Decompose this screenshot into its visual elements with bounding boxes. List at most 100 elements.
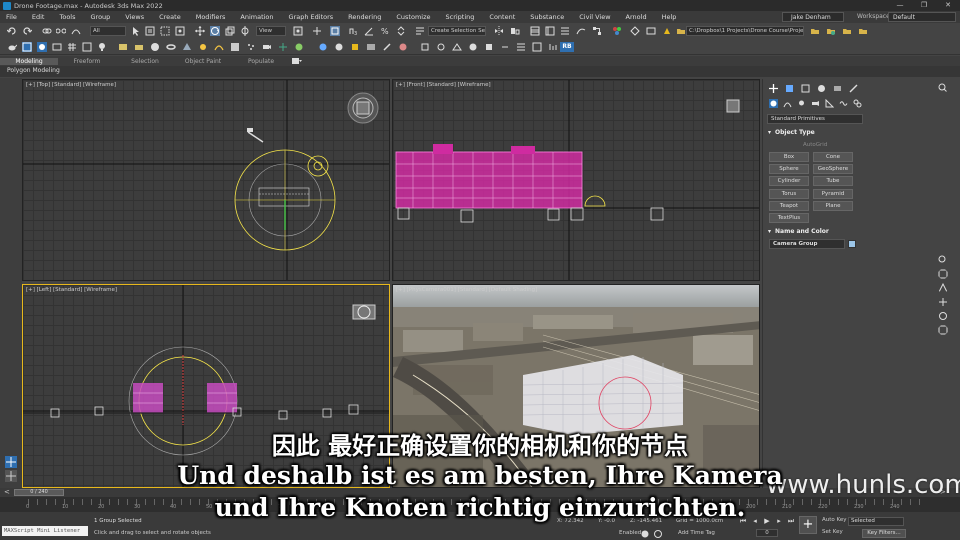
arnold-icon[interactable] <box>468 42 478 52</box>
plane-button[interactable]: Plane <box>813 201 853 211</box>
viewport-top-label[interactable]: [+] [Top] [Standard] [Wireframe] <box>26 82 116 88</box>
pivot-center-icon[interactable] <box>293 26 303 36</box>
angle-snap-icon[interactable] <box>364 26 374 36</box>
primitive-category-dropdown[interactable]: Standard Primitives <box>767 114 863 124</box>
reference-coordinate-dropdown[interactable]: View <box>256 26 286 36</box>
adaptive-degradation-icon[interactable] <box>641 530 649 538</box>
script-icon[interactable] <box>420 42 430 52</box>
menu-rendering[interactable]: Rendering <box>348 13 381 21</box>
curve-editor-icon[interactable] <box>576 26 586 36</box>
patch-icon[interactable] <box>230 42 240 52</box>
menu-substance[interactable]: Substance <box>530 13 564 21</box>
safe-frame-icon[interactable] <box>52 42 62 52</box>
snap-grid-icon[interactable] <box>82 42 92 52</box>
cylinder-button[interactable]: Cylinder <box>769 176 809 186</box>
menu-arnold[interactable]: Arnold <box>626 13 647 21</box>
utilities-icon[interactable] <box>382 42 392 52</box>
tab-freeform[interactable]: Freeform <box>58 58 116 65</box>
menu-tools[interactable]: Tools <box>59 13 75 21</box>
shapes-icon[interactable] <box>783 99 792 108</box>
menu-create[interactable]: Create <box>159 13 181 21</box>
box-primitive-icon[interactable] <box>118 42 128 52</box>
link-icon[interactable] <box>42 26 52 36</box>
toggle-ribbon-icon[interactable] <box>560 26 570 36</box>
track-view-icon[interactable] <box>516 42 526 52</box>
menu-views[interactable]: Views <box>125 13 144 21</box>
snaps-toggle-icon[interactable]: 3 <box>348 26 358 36</box>
display-tab-icon[interactable] <box>833 84 842 93</box>
pan-icon[interactable] <box>938 297 948 307</box>
utilities-tab-icon[interactable] <box>849 84 858 93</box>
cone-button[interactable]: Cone <box>813 152 853 162</box>
menu-animation[interactable]: Animation <box>240 13 273 21</box>
unlink-icon[interactable] <box>56 26 66 36</box>
menu-civil-view[interactable]: Civil View <box>579 13 610 21</box>
material-editor-icon[interactable] <box>612 26 622 36</box>
select-and-manipulate-icon[interactable] <box>312 26 322 36</box>
layer-explorer-icon[interactable] <box>530 26 540 36</box>
hierarchy-icon[interactable] <box>334 42 344 52</box>
spinner-snap-icon[interactable] <box>396 26 406 36</box>
edit-named-selection-icon[interactable] <box>415 26 425 36</box>
viewport-left-label[interactable]: [+] [Left] [Standard] [Wireframe] <box>26 287 117 293</box>
tab-modeling[interactable]: Modeling <box>0 57 58 65</box>
civil-view-icon[interactable] <box>452 42 462 52</box>
selection-filter-dropdown[interactable]: All <box>90 26 126 36</box>
tab-populate[interactable]: Populate <box>232 58 290 65</box>
rb-button[interactable]: RB <box>560 42 574 52</box>
box-button[interactable]: Box <box>769 152 809 162</box>
set-key-button[interactable]: Set Key <box>822 529 843 535</box>
open-folder-icon[interactable] <box>810 26 820 36</box>
keyboard-shortcut-override-icon[interactable] <box>330 26 340 36</box>
asset-folder-icon[interactable] <box>858 26 868 36</box>
menu-group[interactable]: Group <box>91 13 111 21</box>
align-icon[interactable] <box>510 26 520 36</box>
current-frame-field[interactable]: 0 <box>756 529 778 537</box>
helpers-icon[interactable] <box>825 99 834 108</box>
textplus-button[interactable]: TextPlus <box>769 213 809 223</box>
render-setup-icon[interactable] <box>630 26 640 36</box>
select-object-icon[interactable] <box>131 26 141 36</box>
mirror-icon[interactable] <box>494 26 504 36</box>
move-icon[interactable] <box>195 26 205 36</box>
zoom-all-icon[interactable] <box>938 255 948 265</box>
time-tag-icon[interactable] <box>654 530 662 538</box>
create-tab-icon[interactable] <box>769 84 778 93</box>
set-project-folder-icon[interactable] <box>826 26 836 36</box>
rotate-icon[interactable] <box>210 26 220 36</box>
scene-explorer-icon[interactable] <box>545 26 555 36</box>
menu-scripting[interactable]: Scripting <box>446 13 475 21</box>
menu-edit[interactable]: Edit <box>32 13 45 21</box>
region-select-icon[interactable] <box>160 26 170 36</box>
ribbon-options-icon[interactable] <box>292 58 302 64</box>
cameras-icon[interactable] <box>811 99 820 108</box>
named-selection-sets-dropdown[interactable]: Create Selection Se <box>428 26 486 36</box>
teapot-icon[interactable] <box>7 42 17 52</box>
key-filters-button[interactable]: Key Filters... <box>862 529 906 538</box>
menu-customize[interactable]: Customize <box>396 13 430 21</box>
camera-icon[interactable] <box>262 42 272 52</box>
lights-icon[interactable] <box>797 99 806 108</box>
menu-graph-editors[interactable]: Graph Editors <box>289 13 334 21</box>
viewport-front-label[interactable]: [+] [Front] [Standard] [Wireframe] <box>396 82 491 88</box>
geosphere-button[interactable]: GeoSphere <box>813 164 853 174</box>
archive-folder-icon[interactable] <box>842 26 852 36</box>
macro-icon[interactable] <box>436 42 446 52</box>
polygon-modeling-label[interactable]: Polygon Modeling <box>7 67 60 74</box>
light-icon[interactable] <box>97 42 107 52</box>
undo-icon[interactable] <box>7 26 17 36</box>
window-crossing-icon[interactable] <box>175 26 185 36</box>
minimize-button[interactable]: — <box>888 0 912 11</box>
zoom-icon[interactable] <box>938 83 948 93</box>
link-camera-icon[interactable] <box>500 42 510 52</box>
display-icon[interactable] <box>366 42 376 52</box>
torus-button[interactable]: Torus <box>769 189 809 199</box>
rendered-frame-window-icon[interactable] <box>646 26 656 36</box>
torus-primitive-icon[interactable] <box>166 42 176 52</box>
object-name-field[interactable]: Camera Group <box>769 239 845 249</box>
cone-primitive-icon[interactable] <box>182 42 192 52</box>
viewport-layout-icon[interactable] <box>22 42 32 52</box>
substance-icon[interactable] <box>484 42 494 52</box>
hierarchy-tab-icon[interactable] <box>801 84 810 93</box>
systems-icon[interactable] <box>853 99 862 108</box>
